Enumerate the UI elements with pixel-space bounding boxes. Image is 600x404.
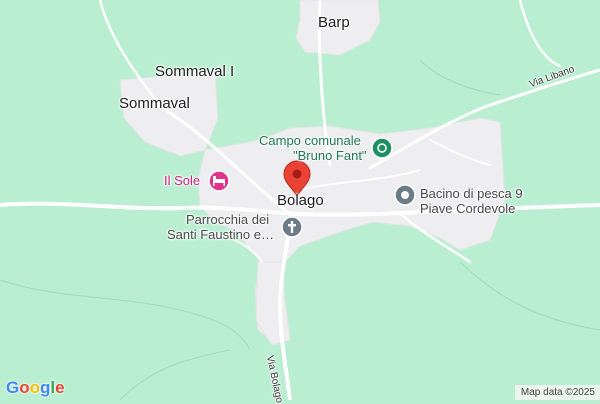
church-cross-icon[interactable] [281,216,303,238]
place-label-barp: Barp [318,14,350,31]
google-logo-letter: o [19,378,30,397]
google-logo-letter: g [40,378,51,397]
poi-label-bacino-line2[interactable]: Piave Cordevole [420,201,515,217]
sports-field-icon[interactable] [371,137,393,159]
map-attribution[interactable]: Map data ©2025 [514,385,600,400]
poi-label-campo-line1[interactable]: Campo comunale [259,133,361,149]
poi-label-parrocchia-line2[interactable]: Santi Faustino e… [167,227,274,243]
google-logo-letter: e [55,378,65,397]
poi-label-campo-line2[interactable]: "Bruno Fant" [293,148,367,164]
poi-label-parrocchia-line1[interactable]: Parrocchia dei [186,212,269,228]
place-label-sommaval: Sommaval [119,95,190,112]
poi-label-bacino-line1[interactable]: Bacino di pesca 9 [420,186,523,202]
hotel-bed-icon[interactable] [208,170,230,192]
point-of-interest-icon[interactable] [394,184,416,206]
place-label-sommaval-i: Sommaval I [155,63,235,80]
poi-label-il-sole[interactable]: Il Sole [164,173,200,189]
google-logo[interactable]: Google [6,378,65,398]
place-label-bolago: Bolago [277,192,324,209]
google-logo-letter: G [6,378,20,397]
google-logo-letter: o [29,378,41,397]
